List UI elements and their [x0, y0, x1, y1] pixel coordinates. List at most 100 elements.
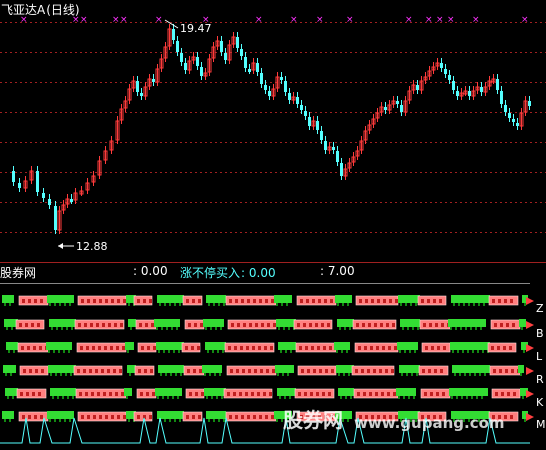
down-block — [276, 319, 296, 327]
signal-marker: × — [447, 15, 455, 25]
down-block-tick — [286, 303, 288, 306]
candle-body — [284, 81, 287, 92]
down-block-tick — [417, 327, 419, 330]
down-block-tick — [63, 350, 65, 353]
candle-body — [416, 85, 419, 90]
up-block-tick — [433, 299, 436, 303]
up-block-tick — [513, 392, 516, 396]
up-block-tick — [323, 346, 326, 350]
up-block-tick — [261, 323, 264, 327]
down-block-tick — [9, 303, 11, 306]
row-letter-l: L — [536, 350, 543, 363]
down-block — [46, 342, 72, 350]
up-block-tick — [139, 323, 142, 327]
up-block — [225, 295, 277, 306]
up-block-tick — [510, 299, 513, 303]
up-block-tick — [152, 392, 155, 396]
up-block-tick — [246, 346, 249, 350]
up-block-tick — [107, 369, 110, 373]
up-block-tick — [230, 369, 233, 373]
up-block-tick — [228, 346, 231, 350]
up-block-tick — [311, 346, 314, 350]
up-block-tick — [198, 299, 201, 303]
up-block-tick — [509, 346, 512, 350]
up-block-tick — [237, 323, 240, 327]
up-block-tick — [116, 346, 119, 350]
up-block-tick — [105, 415, 108, 419]
up-block-tick — [78, 323, 81, 327]
signal-marker: × — [290, 15, 298, 25]
up-block-tick — [300, 299, 303, 303]
up-block-tick — [103, 392, 106, 396]
up-block-tick — [321, 323, 324, 327]
up-block-tick — [252, 346, 255, 350]
down-block-tick — [207, 350, 209, 353]
down-block-tick — [288, 327, 290, 330]
down-block-tick — [479, 373, 481, 376]
down-block — [399, 365, 420, 373]
down-block-tick — [402, 327, 404, 330]
up-block-tick — [319, 369, 322, 373]
down-block-tick — [50, 373, 52, 376]
down-block — [2, 295, 14, 303]
candle-body — [180, 53, 183, 62]
down-block-tick — [520, 373, 522, 376]
down-block-tick — [398, 396, 400, 399]
up-block-tick — [81, 415, 84, 419]
up-block-tick — [430, 392, 433, 396]
up-block-tick — [253, 299, 256, 303]
down-block-tick — [169, 303, 171, 306]
up-block-tick — [192, 415, 195, 419]
up-block-tick — [19, 323, 22, 327]
down-block-tick — [455, 327, 457, 330]
up-block-tick — [362, 323, 365, 327]
up-block-tick — [188, 323, 191, 327]
down-block-tick — [174, 419, 176, 422]
up-block-tick — [189, 392, 192, 396]
up-block-tick — [492, 299, 495, 303]
down-block-tick — [205, 327, 207, 330]
down-block-tick — [64, 419, 66, 422]
candle-body — [172, 29, 175, 40]
up-block-tick — [267, 323, 270, 327]
up-block-tick — [266, 369, 269, 373]
candle-body — [336, 151, 339, 162]
down-block-tick — [480, 327, 482, 330]
down-block-tick — [169, 419, 171, 422]
up-block-tick — [383, 299, 386, 303]
up-block-tick — [385, 369, 388, 373]
down-block-tick — [208, 303, 210, 306]
candle-body — [384, 107, 387, 110]
signal-marker: × — [255, 15, 263, 25]
up-block-tick — [389, 299, 392, 303]
down-block-tick — [283, 327, 285, 330]
up-block-tick — [80, 346, 83, 350]
signal-marker: × — [80, 15, 88, 25]
candle-body — [268, 91, 271, 96]
up-block-tick — [495, 392, 498, 396]
watermark-url: www.gupang.com — [354, 414, 505, 432]
up-block-tick — [117, 415, 120, 419]
down-block-tick — [416, 373, 418, 376]
down-block-tick — [463, 303, 465, 306]
up-block-tick — [328, 392, 331, 396]
up-block-tick — [200, 323, 203, 327]
down-block-tick — [457, 350, 459, 353]
up-block-tick — [22, 299, 25, 303]
up-block-tick — [504, 299, 507, 303]
down-block-tick — [220, 327, 222, 330]
down-block-tick — [281, 303, 283, 306]
down-block — [2, 411, 14, 419]
indicator-item-2-value: : 0.00 — [241, 266, 276, 280]
down-block-tick — [287, 373, 289, 376]
down-block-tick — [55, 373, 57, 376]
up-block-tick — [375, 392, 378, 396]
up-block-tick — [90, 323, 93, 327]
up-block-tick — [271, 415, 274, 419]
up-block-tick — [111, 299, 114, 303]
up-block-tick — [271, 299, 274, 303]
down-block-tick — [465, 327, 467, 330]
up-block-tick — [253, 415, 256, 419]
down-block-tick — [208, 419, 210, 422]
up-block-tick — [423, 323, 426, 327]
